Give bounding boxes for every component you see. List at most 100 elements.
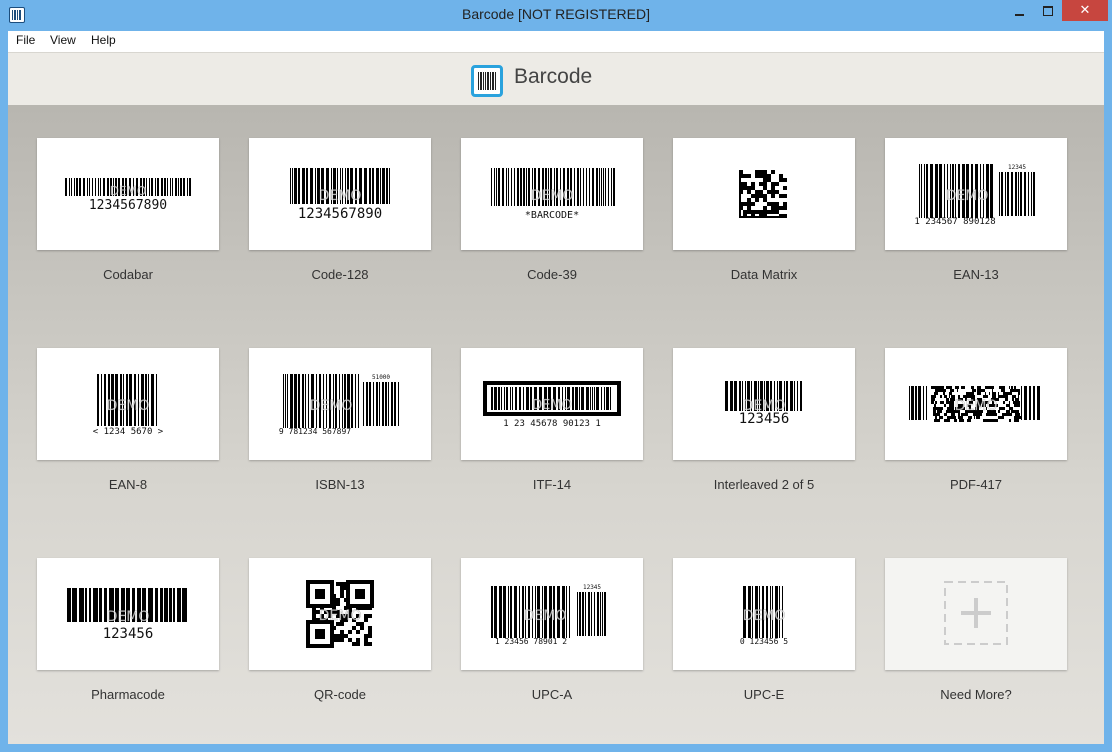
barcode-label[interactable]: Pharmacode	[28, 687, 228, 702]
pdf-module	[1015, 419, 1017, 422]
barcode-tile-pdf-417[interactable]: DEMO	[885, 348, 1067, 460]
barcode-label[interactable]: Code-39	[452, 267, 652, 282]
barcode-label[interactable]: EAN-13	[876, 267, 1076, 282]
barcode-grid: DEMO 1234567890 Codabar DEMO 1234567890 Code-…	[8, 105, 1104, 744]
minimize-button[interactable]	[1006, 2, 1034, 22]
barcode-preview: DEMO 1 23456 78901 2 12345	[491, 584, 606, 646]
pdf-module	[949, 404, 950, 407]
barcode-bar	[71, 178, 72, 196]
barcode-label[interactable]: Code-128	[240, 267, 440, 282]
pdf-module	[939, 416, 943, 419]
barcode-bar	[1024, 172, 1026, 216]
pdf-module	[1018, 392, 1020, 395]
menu-help[interactable]: Help	[91, 33, 116, 47]
barcode-number: < 1234 5670 >	[93, 427, 164, 437]
pdf-module	[1009, 392, 1010, 395]
barcode-bar	[386, 168, 388, 204]
barcode-bar	[394, 382, 396, 426]
qr-module	[368, 642, 372, 646]
demo-watermark: DEMO	[524, 608, 567, 624]
pdf-module	[940, 407, 943, 410]
title-bar[interactable]: Barcode [NOT REGISTERED] ✕	[0, 0, 1112, 31]
matrix-module	[779, 194, 783, 198]
qr-module	[352, 626, 356, 630]
barcode-label[interactable]: Data Matrix	[664, 267, 864, 282]
barcode-bar	[577, 592, 578, 636]
barcode-tile-ean-8[interactable]: DEMO < 1234 5670 >	[37, 348, 219, 460]
pdf-module	[933, 386, 935, 389]
pdf-module	[933, 410, 936, 413]
barcode-bar	[790, 381, 793, 411]
pdf-module	[950, 389, 954, 392]
barcode-tile-ean-13[interactable]: DEMO 1 234567 890128 12345	[885, 138, 1067, 250]
barcode-bar	[921, 164, 922, 218]
pdf-module	[950, 407, 954, 410]
barcode-tile-data-matrix[interactable]	[673, 138, 855, 250]
barcode-bar	[911, 386, 914, 420]
barcode-supplement: 51000	[372, 374, 390, 381]
pdf-module	[937, 413, 940, 416]
matrix-module	[751, 194, 755, 198]
barcode-label[interactable]: Interleaved 2 of 5	[664, 477, 864, 492]
barcode-bar	[298, 374, 300, 428]
maximize-button[interactable]	[1034, 2, 1062, 22]
barcode-tile-isbn-13[interactable]: DEMO 9 781234 567897 51000	[249, 348, 431, 460]
pdf-module	[970, 392, 974, 395]
barcode-label[interactable]: Need More?	[876, 687, 1076, 702]
barcode-bar	[999, 172, 1000, 216]
menu-view[interactable]: View	[50, 33, 76, 47]
barcode-tile-upc-a[interactable]: DEMO 1 23456 78901 2 12345	[461, 558, 643, 670]
barcode-bar	[167, 178, 168, 196]
matrix-module	[755, 194, 759, 198]
barcode-bar	[372, 168, 374, 204]
menu-file[interactable]: File	[16, 33, 35, 47]
barcode-label[interactable]: PDF-417	[876, 477, 1076, 492]
demo-watermark: DEMO	[319, 608, 362, 624]
barcode-label[interactable]: Codabar	[28, 267, 228, 282]
barcode-tile-pharmacode[interactable]: DEMO 123456	[37, 558, 219, 670]
demo-watermark: DEMO	[743, 608, 786, 624]
close-button[interactable]: ✕	[1062, 0, 1108, 21]
pdf-module	[940, 389, 943, 392]
barcode-bar	[157, 178, 159, 196]
barcode-tile-need-more[interactable]	[885, 558, 1067, 670]
pdf-module	[969, 392, 970, 395]
barcode-bar	[594, 387, 595, 410]
barcode-bar	[517, 168, 519, 206]
barcode-bar	[380, 168, 381, 204]
barcode-tile-codabar[interactable]: DEMO 1234567890	[37, 138, 219, 250]
matrix-module	[755, 170, 759, 174]
plus-icon	[961, 598, 991, 628]
qr-module	[360, 626, 364, 630]
barcode-tile-interleaved-2-of-5[interactable]: DEMO 123456	[673, 348, 855, 460]
barcode-bar	[579, 592, 581, 636]
pdf-module	[935, 416, 937, 419]
barcode-tile-code-128[interactable]: DEMO 1234567890	[249, 138, 431, 250]
barcode-label[interactable]: EAN-8	[28, 477, 228, 492]
barcode-tile-itf-14[interactable]: DEMO 1 23 45678 90123 1	[461, 348, 643, 460]
barcode-bar	[160, 588, 163, 622]
barcode-tile-code-39[interactable]: DEMO *BARCODE*	[461, 138, 643, 250]
barcode-label[interactable]: UPC-E	[664, 687, 864, 702]
pdf-module	[983, 419, 984, 422]
pdf-module	[999, 407, 1002, 410]
barcode-bar	[376, 168, 379, 204]
barcode-label[interactable]: UPC-A	[452, 687, 652, 702]
barcode-label[interactable]: ISBN-13	[240, 477, 440, 492]
barcode-supplement: 12345	[583, 584, 601, 591]
pdf-module	[1009, 407, 1013, 410]
matrix-module	[767, 202, 771, 206]
barcode-label[interactable]: ITF-14	[452, 477, 652, 492]
pdf-module	[988, 419, 992, 422]
barcode-tile-qr-code[interactable]: DEMO	[249, 558, 431, 670]
barcode-bar	[65, 178, 67, 196]
barcode-bar	[72, 588, 77, 622]
pdf-module	[950, 401, 952, 404]
barcode-tile-upc-e[interactable]: DEMO 0 123456 5	[673, 558, 855, 670]
barcode-bar	[800, 381, 802, 411]
pdf-module	[961, 386, 965, 389]
barcode-bar	[95, 178, 96, 196]
pdf-module	[932, 395, 936, 398]
pdf-module	[946, 410, 950, 413]
barcode-label[interactable]: QR-code	[240, 687, 440, 702]
